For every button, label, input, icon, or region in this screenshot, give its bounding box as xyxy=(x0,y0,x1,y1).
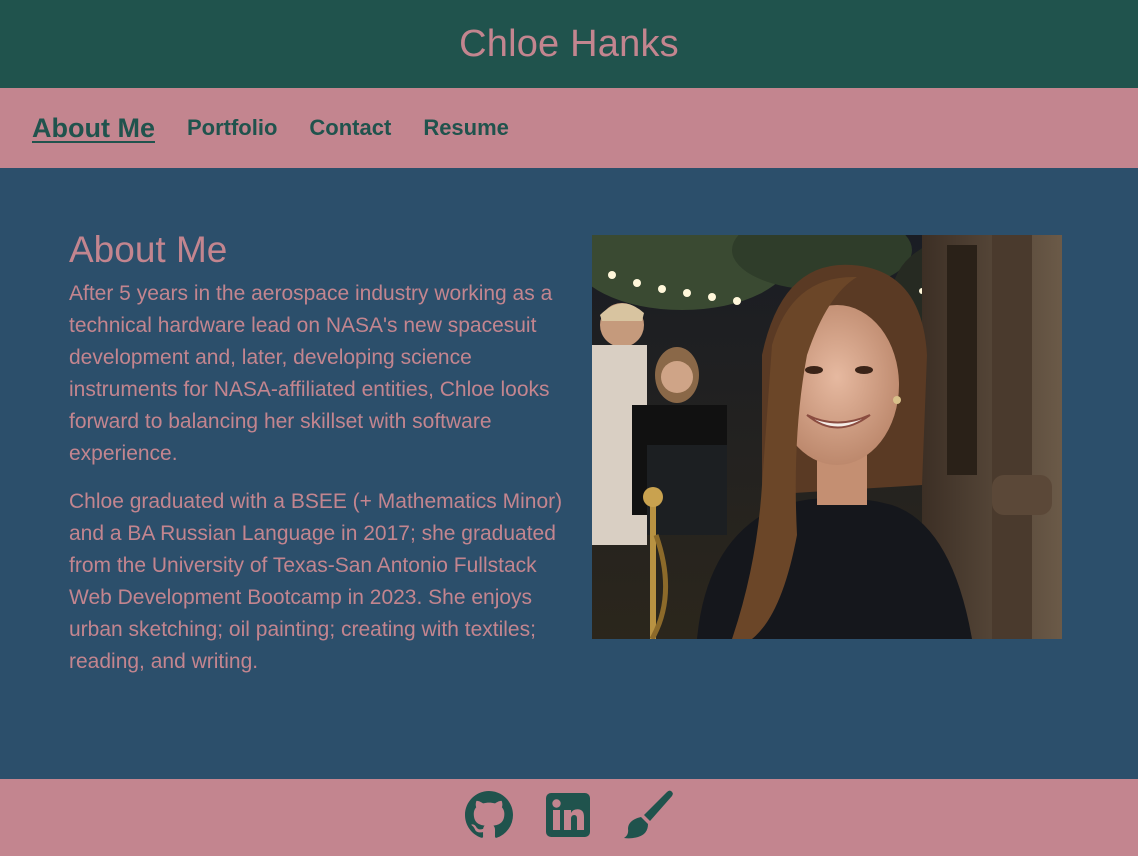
github-link[interactable] xyxy=(464,791,514,844)
paintbrush-icon xyxy=(622,790,674,845)
nav-link-about-me[interactable]: About Me xyxy=(32,113,155,144)
linkedin-icon xyxy=(546,793,590,842)
site-footer xyxy=(0,779,1138,856)
about-section: About Me After 5 years in the aerospace … xyxy=(0,168,1138,779)
nav-link-contact[interactable]: Contact xyxy=(309,115,391,141)
about-heading: About Me xyxy=(69,229,228,270)
site-title: Chloe Hanks xyxy=(459,22,679,65)
about-paragraph-1: After 5 years in the aerospace industry … xyxy=(69,282,553,465)
profile-photo xyxy=(592,235,1062,639)
main-nav: About Me Portfolio Contact Resume xyxy=(0,88,1138,168)
linkedin-link[interactable] xyxy=(546,793,590,842)
about-text-block: About Me After 5 years in the aerospace … xyxy=(69,228,564,694)
nav-link-portfolio[interactable]: Portfolio xyxy=(187,115,277,141)
site-header: Chloe Hanks xyxy=(0,0,1138,88)
nav-link-resume[interactable]: Resume xyxy=(423,115,509,141)
portfolio-art-link[interactable] xyxy=(622,790,674,845)
github-icon xyxy=(464,791,514,844)
about-paragraph-2: Chloe graduated with a BSEE (+ Mathemati… xyxy=(69,490,563,673)
